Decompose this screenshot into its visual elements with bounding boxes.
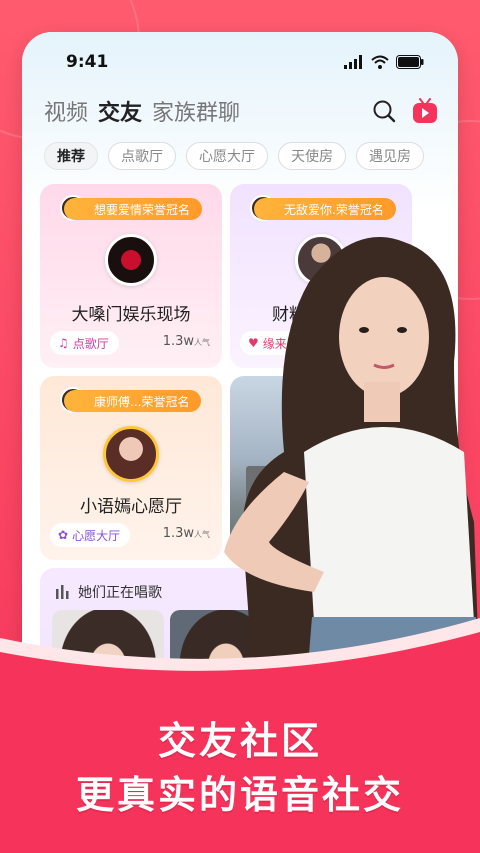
status-bar: 9:41 <box>22 50 458 74</box>
wifi-icon <box>371 55 389 69</box>
chip-wish-hall[interactable]: 心愿大厅 <box>186 142 268 170</box>
crown-badge: 想要爱情荣誉冠名 <box>64 198 203 220</box>
chip-recommend[interactable]: 推荐 <box>44 142 98 170</box>
room-name: 大嗓门娱乐现场 <box>71 305 191 325</box>
singing-title: 她们正在唱歌 <box>78 585 162 601</box>
chip-meet-room[interactable]: 遇见房 <box>356 142 424 170</box>
equalizer-icon <box>56 585 69 599</box>
room-avatar <box>103 426 159 482</box>
crown-badge: 无敌爱你.荣誉冠名 <box>254 198 396 220</box>
signal-icon <box>344 55 362 69</box>
crown-badge: 康师傅...荣誉冠名 <box>64 390 202 412</box>
tab-family-chat[interactable]: 家族群聊 <box>152 95 240 127</box>
popularity-count: 1.3w人气 <box>162 334 210 349</box>
category-chips: 推荐 点歌厅 心愿大厅 天使房 遇见房 <box>44 142 458 172</box>
caption-line-2: 更真实的语音社交 <box>75 773 404 817</box>
battery-icon <box>396 55 424 69</box>
music-note-icon: ♫ <box>58 336 69 350</box>
live-tv-button[interactable] <box>412 98 438 124</box>
room-card[interactable]: 康师傅...荣誉冠名 小语嫣心愿厅 ✿ 心愿大厅 1.3w人气 <box>40 376 222 560</box>
room-type-badge: ✿ 心愿大厅 <box>50 523 131 547</box>
search-button[interactable] <box>372 99 396 123</box>
room-avatar <box>105 234 157 286</box>
tab-video[interactable]: 视频 <box>44 95 88 127</box>
sparkle-icon: ✿ <box>58 528 69 542</box>
popularity-count: 1.3w人气 <box>162 526 210 541</box>
tab-friends[interactable]: 交友 <box>98 95 142 127</box>
chip-song-hall[interactable]: 点歌厅 <box>108 142 176 170</box>
caption-line-1: 交友社区 <box>157 719 322 763</box>
search-icon <box>373 100 396 123</box>
tv-icon <box>413 98 437 123</box>
room-name: 小语嫣心愿厅 <box>80 497 182 517</box>
chip-angel-room[interactable]: 天使房 <box>278 142 346 170</box>
room-card[interactable]: 想要爱情荣誉冠名 大嗓门娱乐现场 ♫ 点歌厅 1.3w人气 <box>40 184 222 368</box>
room-type-badge: ♫ 点歌厅 <box>50 331 119 355</box>
status-time: 9:41 <box>66 52 109 72</box>
top-tabs: 视频 交友 家族群聊 <box>44 94 438 128</box>
